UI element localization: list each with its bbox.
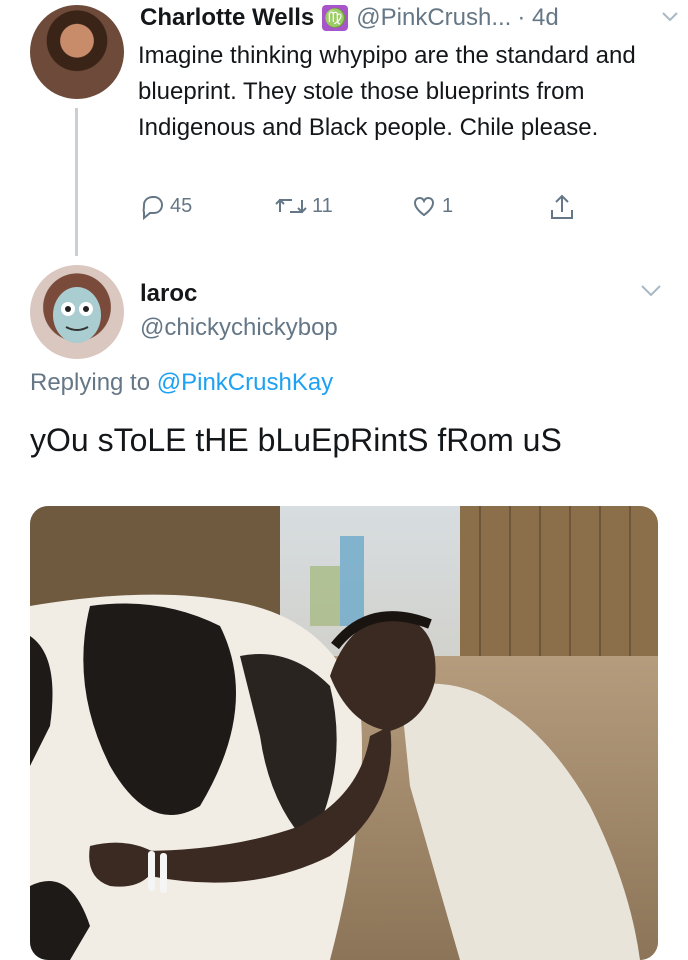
share-button[interactable] xyxy=(548,192,576,222)
retweet-icon xyxy=(274,192,308,220)
reply-count: 45 xyxy=(170,194,193,217)
thread-connector-line xyxy=(75,108,78,256)
tweet1-header: Charlotte Wells ♍ @PinkCrush... · 4d xyxy=(140,4,559,32)
tweet1-timestamp[interactable]: · 4d xyxy=(517,4,558,32)
avatar-charlotte-wells[interactable] xyxy=(30,5,124,99)
replying-to-handle-link[interactable]: @PinkCrushKay xyxy=(157,369,333,396)
tweet1-actions: 45 11 1 xyxy=(138,192,598,226)
tweet2-author-handle[interactable]: @chickychickybop xyxy=(140,314,338,342)
tweet1-author-handle[interactable]: @PinkCrush... xyxy=(356,4,511,32)
avatar-laroc[interactable] xyxy=(30,265,124,359)
tweet2-attached-photo[interactable] xyxy=(30,506,658,960)
replying-to-label: Replying to xyxy=(30,369,151,396)
like-button[interactable]: 1 xyxy=(410,192,453,220)
replying-to-line: Replying to @PinkCrushKay xyxy=(30,369,333,397)
tweet2-text: yOu sToLE tHE bLuEpRintS fRom uS xyxy=(30,422,562,458)
share-icon xyxy=(548,192,576,222)
tweet1-author-name[interactable]: Charlotte Wells xyxy=(140,4,314,32)
like-count: 1 xyxy=(442,194,454,217)
chevron-down-icon[interactable] xyxy=(640,284,662,303)
chevron-down-icon[interactable] xyxy=(662,10,678,28)
reply-icon xyxy=(138,192,166,220)
retweet-count: 11 xyxy=(312,194,333,217)
tweet1-text: Imagine thinking whypipo are the standar… xyxy=(138,42,636,141)
heart-icon xyxy=(410,192,438,220)
photo-illustration xyxy=(30,506,658,960)
reply-button[interactable]: 45 xyxy=(138,192,192,220)
retweet-button[interactable]: 11 xyxy=(274,192,333,220)
virgo-emoji-icon: ♍ xyxy=(322,5,349,31)
tweet2-author-name[interactable]: laroc xyxy=(140,280,197,308)
